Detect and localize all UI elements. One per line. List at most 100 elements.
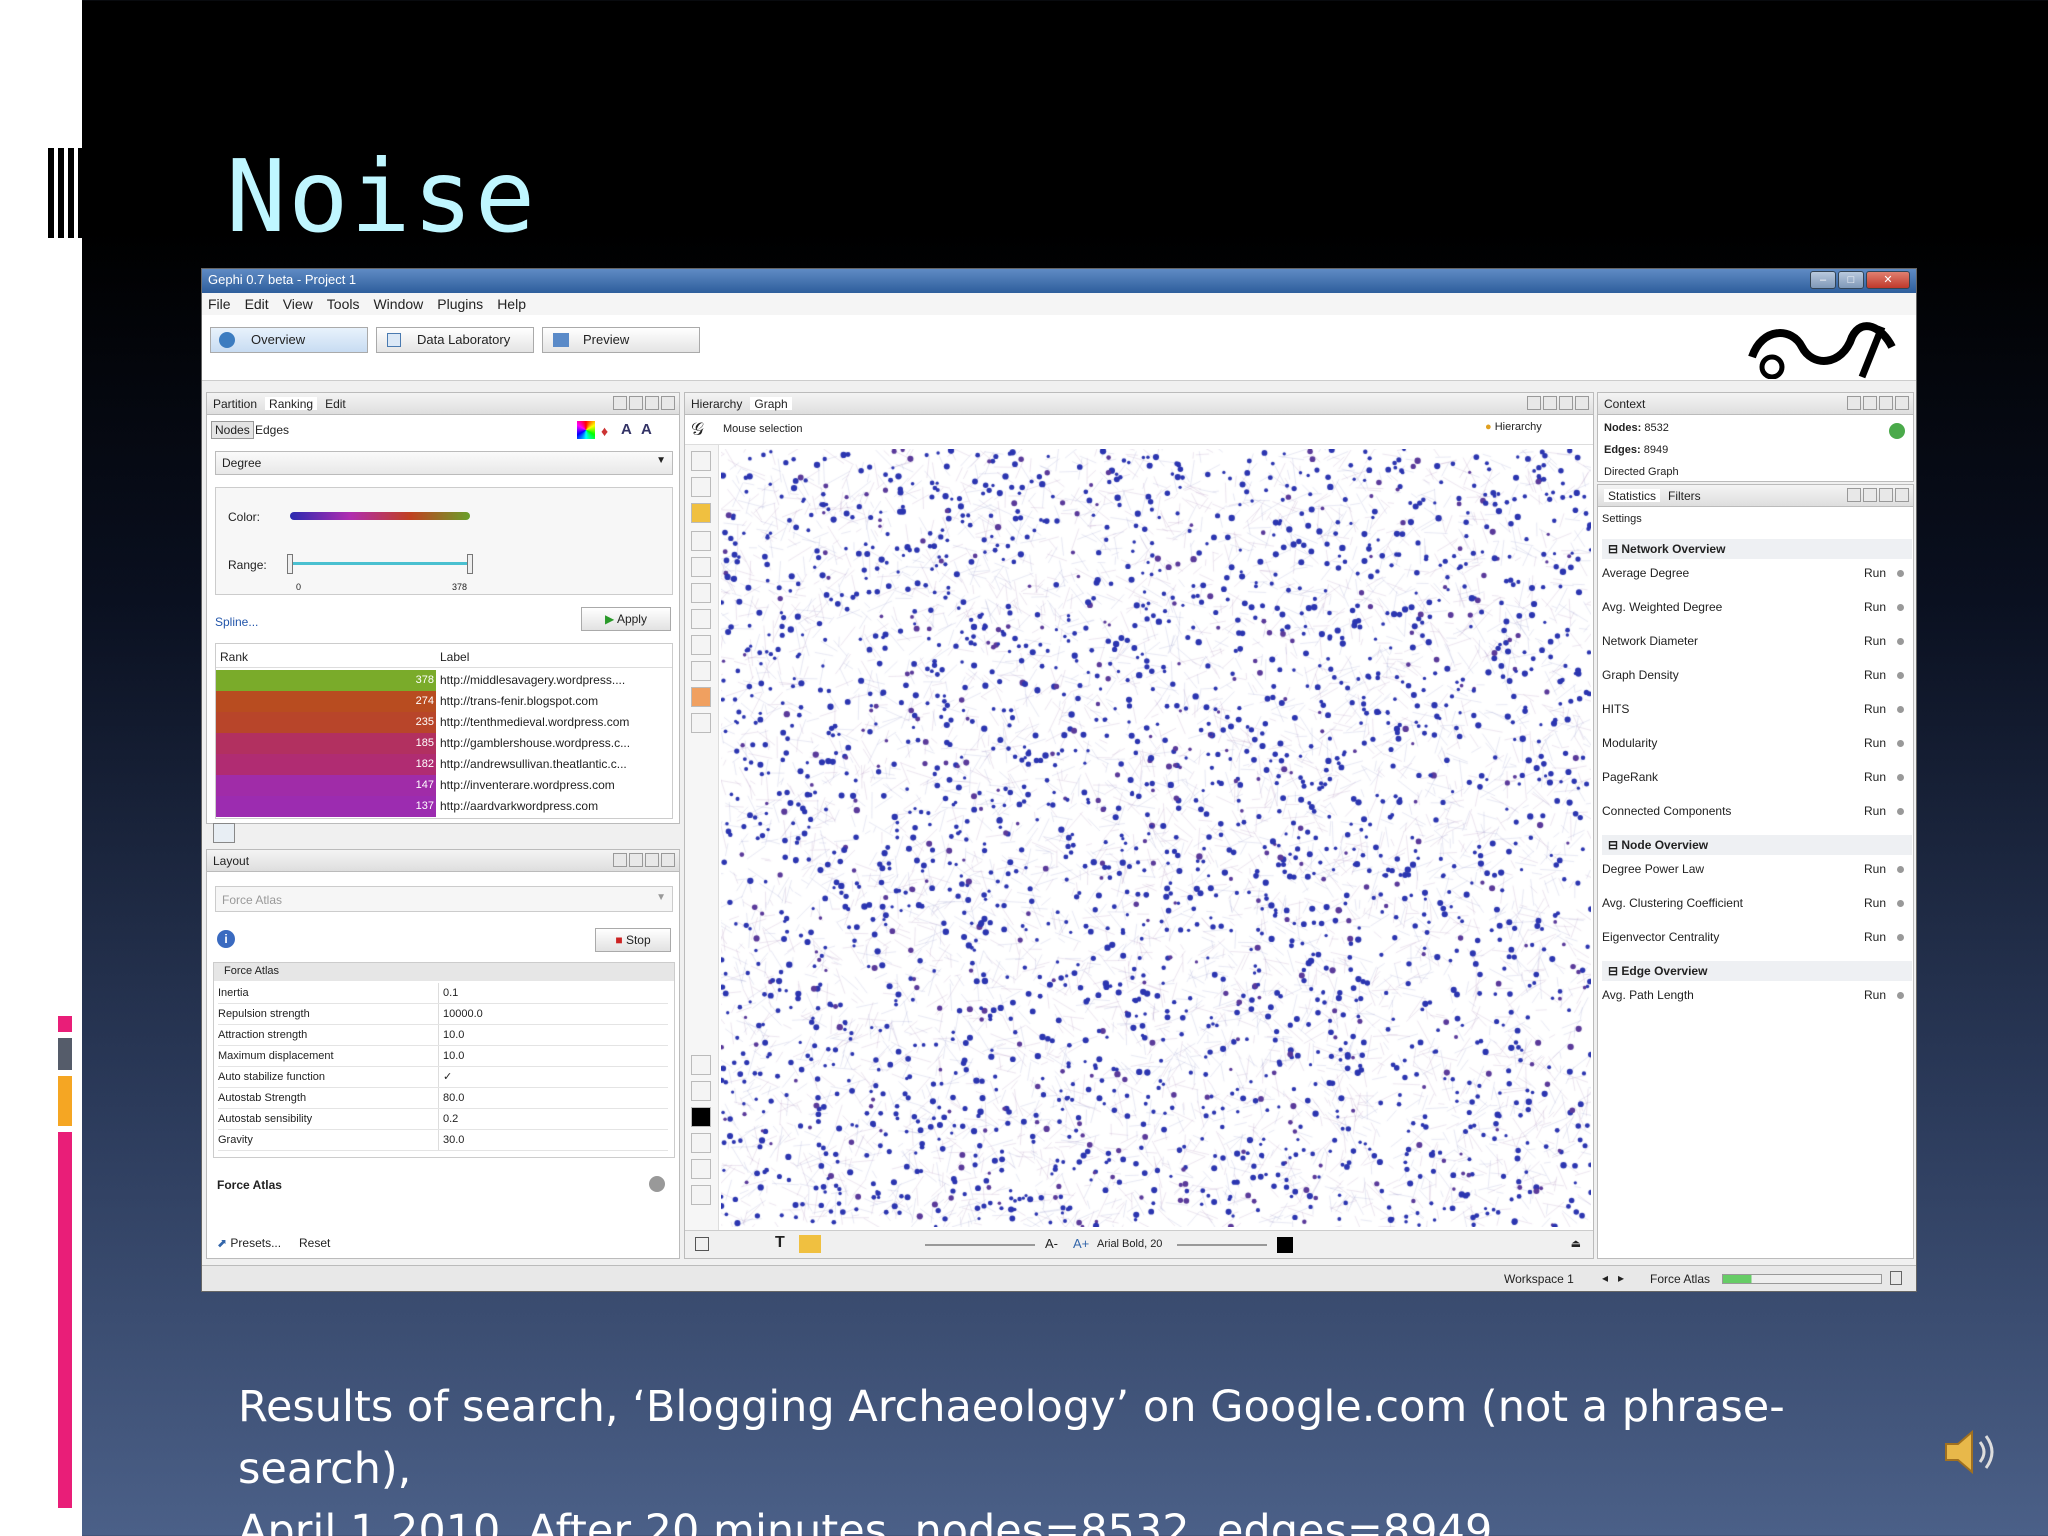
stats-section-header[interactable]: ⊟ Network Overview [1602,539,1912,559]
subtab-nodes[interactable]: Nodes [211,421,254,439]
run-button[interactable]: Run [1864,891,1886,915]
property-row[interactable]: Autostab sensibility 0.2 [218,1109,668,1130]
heatmap-tool[interactable] [691,687,711,707]
property-value[interactable]: 30.0 [438,1130,464,1150]
graph-minimize-button[interactable] [1575,396,1589,410]
range-slider[interactable] [287,554,473,574]
label-size-slider[interactable] [1177,1244,1267,1246]
spline-link[interactable]: Spline... [215,615,258,629]
pencil-tool[interactable] [691,531,711,551]
table-row[interactable]: 235 http://tenthmedieval.wordpress.com [216,712,666,733]
property-value[interactable]: 0.1 [438,983,458,1003]
preview-tab[interactable]: Preview [542,327,700,353]
painter-tool[interactable] [691,583,711,603]
layout-prev-button[interactable] [613,853,627,867]
font-size-decrease-icon[interactable]: A- [1045,1236,1058,1251]
edge-toggle-icon[interactable] [799,1235,821,1253]
menu-tools[interactable]: Tools [327,296,360,312]
context-next-button[interactable] [1863,396,1877,410]
hierarchy-button[interactable]: ● Hierarchy [1485,421,1542,433]
table-row[interactable]: 137 http://aardvarkwordpress.com [216,796,666,817]
context-prev-button[interactable] [1847,396,1861,410]
run-button[interactable]: Run [1864,595,1886,619]
zoom-in-icon[interactable] [691,1055,711,1075]
tab-context[interactable]: Context [1604,397,1645,411]
menu-help[interactable]: Help [497,296,526,312]
graph-menu-button[interactable] [1559,396,1573,410]
tab-statistics[interactable]: Statistics [1604,489,1661,503]
edit-tool[interactable] [691,713,711,733]
menu-view[interactable]: View [283,296,313,312]
column-header-rank[interactable]: Rank [220,650,248,664]
label-size-tool[interactable] [691,1185,711,1205]
data-laboratory-tab[interactable]: Data Laboratory [376,327,534,353]
edge-size-slider[interactable] [925,1244,1035,1246]
edge-pencil-tool[interactable] [691,609,711,629]
overview-tab[interactable]: Overview [210,327,368,353]
tab-partition[interactable]: Partition [213,397,257,411]
run-button[interactable]: Run [1864,765,1886,789]
layout-menu-button[interactable] [645,853,659,867]
text-tool-icon[interactable]: T [775,1234,785,1252]
color-ranking-icon[interactable] [577,421,595,439]
stats-prev-button[interactable] [1847,488,1861,502]
stats-minimize-button[interactable] [1895,488,1909,502]
column-header-label[interactable]: Label [440,650,469,664]
ranking-result-button[interactable] [213,823,235,843]
graph-next-button[interactable] [1543,396,1557,410]
refresh-icon[interactable] [1889,423,1905,439]
stats-next-button[interactable] [1863,488,1877,502]
property-row[interactable]: Inertia 0.1 [218,983,668,1004]
background-color-icon[interactable] [691,1107,711,1127]
run-button[interactable]: Run [1864,731,1886,755]
menu-window[interactable]: Window [373,296,423,312]
stats-section-header[interactable]: ⊟ Edge Overview [1602,961,1912,981]
tab-filters[interactable]: Filters [1668,489,1701,503]
size-ranking-icon[interactable]: ♦ [601,423,608,439]
tab-graph[interactable]: Graph [750,397,792,411]
table-row[interactable]: 182 http://andrewsullivan.theatlantic.c..… [216,754,666,775]
label-color-tool[interactable] [691,1159,711,1179]
panel-prev-button[interactable] [613,396,627,410]
run-button[interactable]: Run [1864,561,1886,585]
edge-thickness-icon[interactable] [691,1133,711,1153]
settings-link[interactable]: Settings [1602,513,1642,525]
tab-ranking[interactable]: Ranking [265,397,318,411]
run-button[interactable]: Run [1864,799,1886,823]
subtab-edges[interactable]: Edges [253,421,291,439]
layout-minimize-button[interactable] [661,853,675,867]
label-size-icon[interactable]: A [641,421,652,438]
zoom-out-icon[interactable] [691,1081,711,1101]
menu-edit[interactable]: Edit [245,296,269,312]
property-row[interactable]: Repulsion strength 10000.0 [218,1004,668,1025]
run-button[interactable]: Run [1864,925,1886,949]
label-color-icon[interactable]: A [621,421,632,438]
property-row[interactable]: Gravity 30.0 [218,1130,668,1151]
screenshot-icon[interactable] [695,1237,709,1251]
graph-canvas[interactable] [721,449,1591,1227]
label-color-swatch[interactable] [1277,1237,1293,1253]
brush-tool[interactable] [691,557,711,577]
context-menu-button[interactable] [1879,396,1893,410]
color-gradient-bar[interactable] [290,512,470,520]
stats-section-header[interactable]: ⊟ Node Overview [1602,835,1912,855]
panel-minimize-button[interactable] [661,396,675,410]
notifications-icon[interactable] [1890,1271,1902,1285]
tab-edit[interactable]: Edit [325,397,346,411]
more-options-icon[interactable]: ⏏ [1571,1237,1581,1250]
info-icon[interactable]: i [217,930,235,948]
menu-file[interactable]: File [208,296,231,312]
run-button[interactable]: Run [1864,983,1886,1007]
property-row[interactable]: Auto stabilize function ✓ [218,1067,668,1088]
table-row[interactable]: 147 http://inventerare.wordpress.com [216,775,666,796]
property-row[interactable]: Attraction strength 10.0 [218,1025,668,1046]
property-value[interactable]: ✓ [438,1067,452,1087]
layout-algorithm-dropdown[interactable]: Force Atlas ▼ [215,886,673,912]
property-value[interactable]: 80.0 [438,1088,464,1108]
property-row[interactable]: Autostab Strength 80.0 [218,1088,668,1109]
ranking-parameter-dropdown[interactable]: Degree ▼ [215,451,673,475]
workspace-prev-icon[interactable]: ◂ [1602,1271,1608,1285]
apply-button[interactable]: ▶ Apply [581,607,671,631]
graph-prev-button[interactable] [1527,396,1541,410]
property-value[interactable]: 0.2 [438,1109,458,1129]
